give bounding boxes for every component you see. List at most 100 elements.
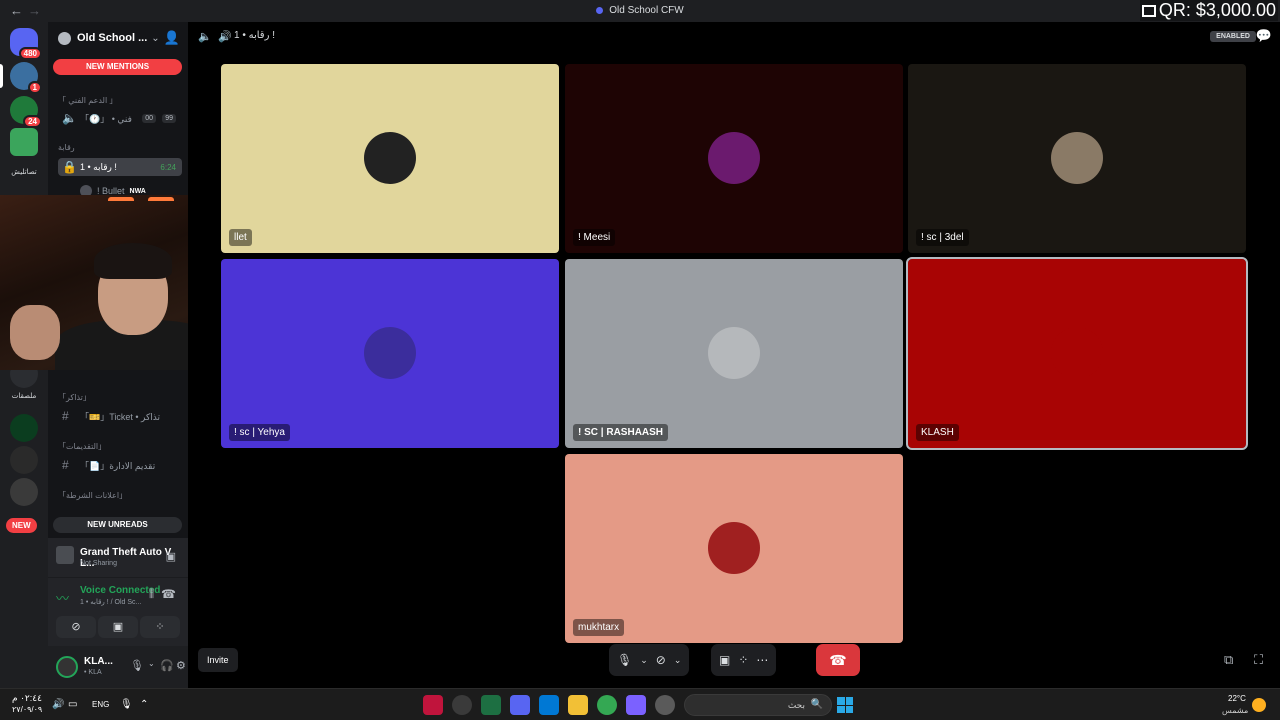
channel-time: 6:24 — [160, 162, 176, 172]
app-icon-1[interactable] — [423, 695, 443, 715]
clock-time[interactable]: ٠٢:٤٤ م — [12, 693, 42, 704]
title-bar: ← → Old School CFW QR: $3,000.00 — [0, 0, 1280, 22]
camera-off-button[interactable]: ⊘ — [56, 616, 96, 638]
server-icon-fh[interactable]: 24 — [10, 96, 42, 128]
game-icon — [56, 546, 74, 564]
share-screen-icon[interactable]: ▣ — [166, 550, 176, 563]
language-indicator[interactable]: ENG — [92, 700, 109, 709]
store-icon[interactable] — [539, 695, 559, 715]
headphones-icon[interactable]: 🎧 — [160, 659, 174, 672]
weather-text[interactable]: مشمس — [1222, 706, 1248, 715]
pop-out-icon[interactable]: ⧉ — [1224, 652, 1233, 668]
share-screen-button[interactable]: ▣ — [98, 616, 138, 638]
user-status: • KLA — [84, 669, 102, 676]
voice-channel-path[interactable]: رقابه • 1 ! / Old Sc... — [80, 598, 141, 606]
weather-temp[interactable]: 22°C — [1228, 694, 1246, 703]
new-mentions-banner[interactable]: NEW MENTIONS — [53, 59, 182, 75]
guild-header[interactable]: Old School ... ⌄ 👤 — [48, 22, 188, 54]
channel-item[interactable]: # 「🎫」Ticket • تذاكر — [58, 407, 182, 425]
new-pill[interactable]: NEW — [6, 518, 37, 533]
app-icon-3[interactable] — [481, 695, 501, 715]
stream-overlay-text: QR: $3,000.00 — [1139, 0, 1278, 21]
channel-item-active[interactable]: 🔒 رقابه • 1 ! 6:24 — [58, 158, 182, 176]
category-label[interactable]: 「اعلانات الشرطة」 — [58, 490, 127, 501]
activities-icon[interactable]: ⁘ — [738, 653, 748, 667]
category-label[interactable]: رقابة — [58, 143, 75, 152]
windows-start-icon[interactable] — [837, 697, 853, 713]
qr-icon — [1141, 5, 1156, 18]
chevron-down-icon[interactable]: ⌄ — [640, 655, 648, 666]
volume-icon[interactable]: 🔊 — [52, 699, 64, 710]
app-icon-2[interactable] — [452, 695, 472, 715]
new-unreads-banner[interactable]: NEW UNREADS — [53, 517, 182, 533]
participant-tile[interactable]: ! sc | Yehya — [221, 259, 559, 448]
enabled-badge[interactable]: ENABLED — [1210, 31, 1256, 42]
clock-date[interactable]: ٢٧/٠٩/٠٩ — [12, 705, 42, 714]
server-icon-5[interactable] — [10, 446, 38, 474]
participant-name: llet — [229, 229, 252, 246]
user-name[interactable]: KLA... — [84, 656, 113, 667]
camera-off-icon[interactable]: ⊘ — [656, 653, 666, 667]
hash-icon: # — [62, 409, 69, 423]
microphone-icon[interactable]: 🎙 — [617, 653, 632, 667]
participant-tile[interactable]: mukhtarx — [565, 454, 903, 643]
settings-icon[interactable] — [655, 695, 675, 715]
chrome-icon[interactable] — [597, 695, 617, 715]
participant-name: ! sc | 3del — [916, 229, 969, 246]
add-user-icon[interactable]: 👤 — [164, 30, 180, 46]
network-icon[interactable]: ▭ — [68, 699, 77, 710]
chevron-down-icon[interactable]: ⌄ — [148, 659, 155, 668]
more-icon[interactable]: ⋯ — [756, 653, 768, 667]
channel-item[interactable]: # 「📄」تقديم الادارة — [58, 456, 182, 474]
disconnect-icon[interactable]: ☎ — [161, 587, 176, 601]
activities-button[interactable]: ⁘ — [140, 616, 180, 638]
participant-tile-speaking[interactable]: KLASH — [906, 257, 1248, 450]
channel-label: 「🕐」 • فني — [80, 113, 132, 124]
avatar — [1051, 327, 1103, 379]
sun-icon[interactable] — [1252, 698, 1266, 712]
channel-item[interactable]: 🔈 「🕐」 • فني 00 99 — [58, 109, 182, 127]
signal-icon[interactable]: 〰 — [56, 588, 69, 607]
gear-icon[interactable]: ⚙ — [176, 659, 186, 672]
channel-label: 「🎫」Ticket • تذاكر — [80, 411, 161, 422]
taskbar-search[interactable]: بحث 🔍 — [684, 694, 832, 716]
volume-icon: 🔊 — [218, 31, 232, 43]
tray-expand-icon[interactable]: ⌃ — [140, 699, 148, 710]
chevron-down-icon[interactable]: ⌄ — [674, 655, 682, 666]
window-title: Old School CFW — [0, 5, 1280, 16]
avatar — [364, 132, 416, 184]
microphone-icon[interactable]: 🎙 — [120, 699, 133, 710]
home-button[interactable]: 480 — [10, 28, 42, 60]
window-title-text: Old School CFW — [609, 5, 684, 16]
server-icon-1[interactable]: 1 — [10, 62, 42, 94]
lock-icon: 🔒 — [62, 160, 77, 174]
category-label[interactable]: 「التقديمات」 — [58, 441, 106, 452]
server-label: ملصقات — [11, 393, 37, 400]
copilot-icon[interactable] — [626, 695, 646, 715]
server-icon-4[interactable] — [10, 414, 38, 442]
discord-taskbar-icon[interactable] — [510, 695, 530, 715]
voice-stage: 🔈 🔊 رقابه • 1 ! ENABLED 💬 llet ! Meesi !… — [188, 22, 1280, 688]
channel-count: 00 — [142, 113, 156, 123]
selected-pill — [0, 64, 3, 88]
server-icon-creeper[interactable] — [10, 128, 38, 156]
avatar[interactable] — [56, 656, 78, 678]
category-label[interactable]: 「تذاكر」 — [58, 392, 91, 403]
end-call-button[interactable]: ☎ — [816, 644, 860, 676]
microphone-icon[interactable]: 🎙 — [130, 659, 144, 672]
chat-icon[interactable]: 💬 — [1256, 28, 1272, 44]
invite-button[interactable]: Invite — [198, 648, 238, 672]
folder-icon[interactable] — [568, 695, 588, 715]
soundboard-icon[interactable]: ⫼ — [149, 588, 154, 601]
server-icon-6[interactable] — [10, 478, 38, 506]
avatar — [1051, 132, 1103, 184]
search-icon: 🔍 — [810, 699, 823, 710]
participant-tile[interactable]: ! Meesi — [565, 64, 903, 253]
fullscreen-icon[interactable]: ⛶ — [1254, 652, 1263, 668]
participant-name: ! sc | Yehya — [229, 424, 290, 441]
participant-tile[interactable]: ! sc | 3del — [908, 64, 1246, 253]
participant-tile[interactable]: ! SC | RASHAASH — [565, 259, 903, 448]
category-label[interactable]: 「 الدعم الفني 」 — [58, 95, 117, 106]
share-screen-icon[interactable]: ▣ — [719, 653, 730, 667]
participant-tile[interactable]: llet — [221, 64, 559, 253]
